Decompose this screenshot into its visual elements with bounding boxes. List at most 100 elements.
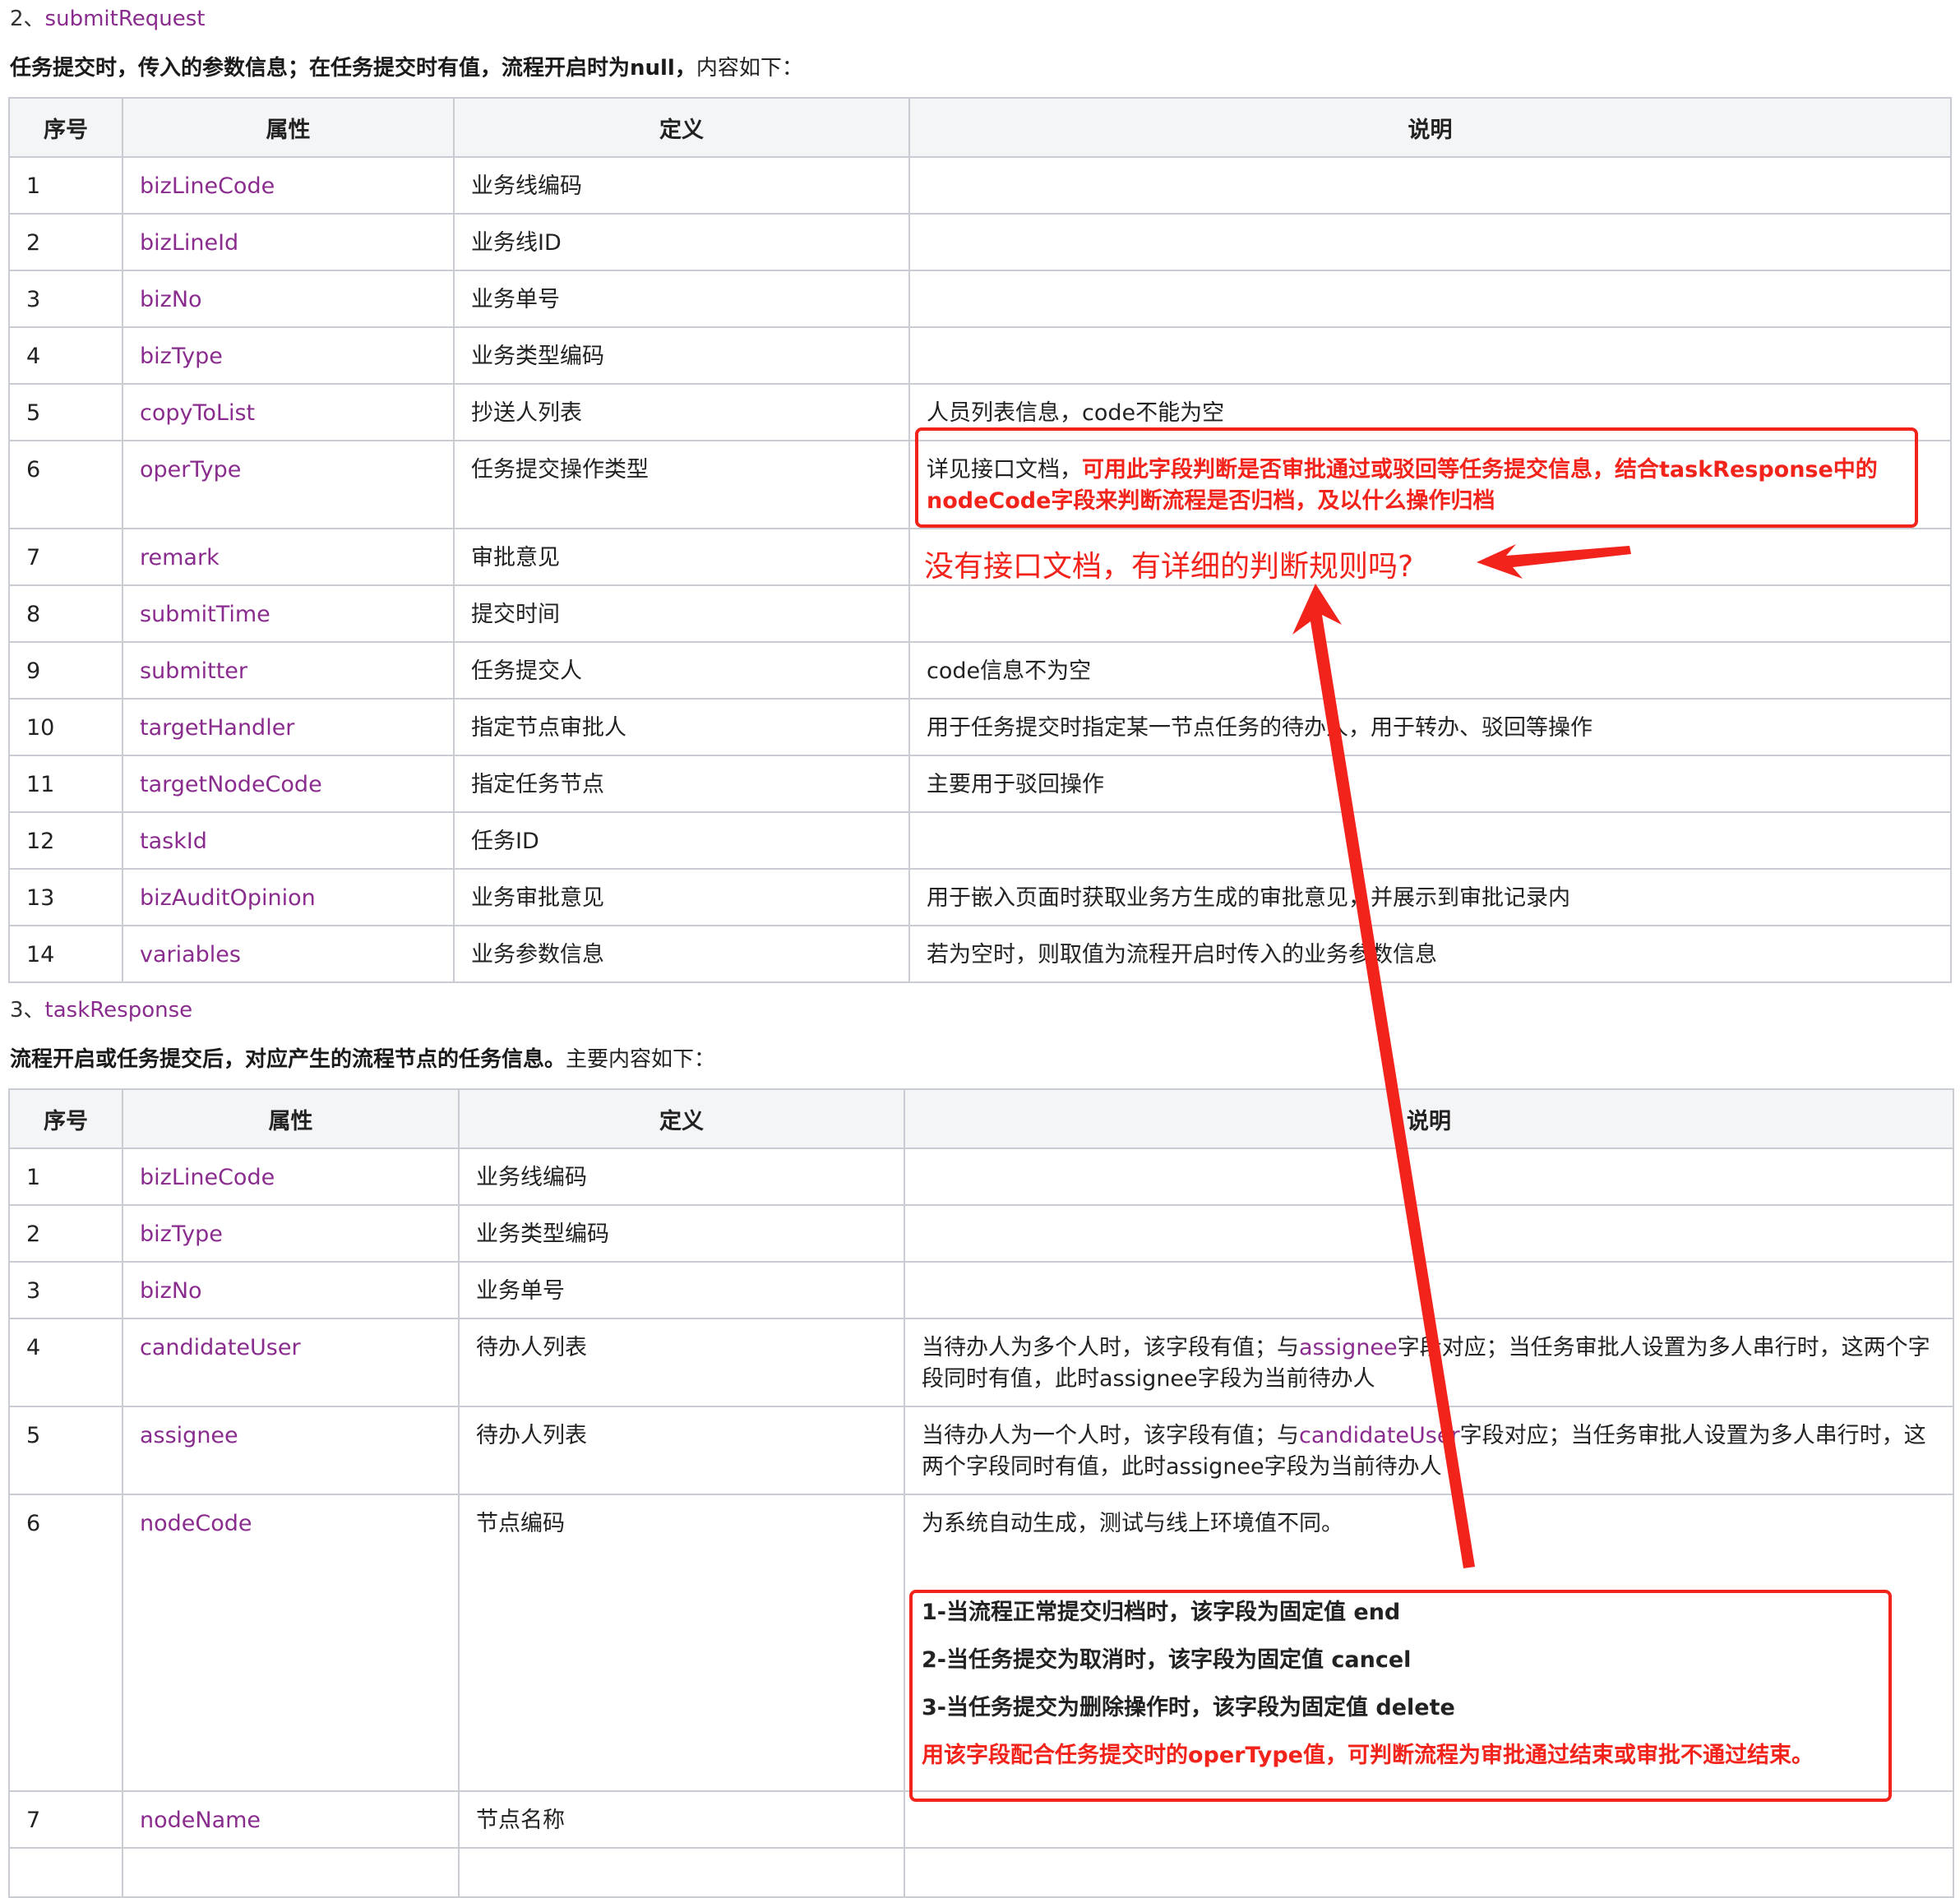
table-row: 12 taskId 任务ID — [8, 811, 1952, 870]
cell-no: 9 — [8, 641, 123, 700]
annotation-comment: 没有接口文档，有详细的判断规则吗? — [924, 550, 1414, 584]
cell-no: 12 — [8, 811, 123, 870]
cell-def: 待办人列表 — [458, 1406, 905, 1495]
section-link[interactable]: taskResponse — [45, 998, 193, 1023]
cell-prop[interactable]: variables — [122, 925, 455, 983]
table-row: 1 bizLineCode 业务线编码 — [8, 1148, 1954, 1206]
cell-def: 指定任务节点 — [453, 755, 910, 813]
cell-desc: 当待办人为一个人时，该字段有值；与candidateUser字段对应；当任务审批… — [904, 1406, 1954, 1495]
cell-desc: 用于任务提交时指定某一节点任务的待办人，用于转办、驳回等操作 — [908, 698, 1952, 756]
cell-desc — [908, 811, 1952, 870]
section-number: 3、 — [10, 998, 45, 1023]
cell-def: 提交时间 — [453, 584, 910, 643]
cell-prop[interactable]: bizLineCode — [122, 156, 455, 215]
table-row: 13 bizAuditOpinion 业务审批意见 用于嵌入页面时获取业务方生成的审批… — [8, 868, 1952, 926]
cell-no — [8, 1847, 123, 1898]
cell-prop[interactable]: copyToList — [122, 383, 455, 441]
cell-prop[interactable]: taskId — [122, 811, 455, 870]
cell-desc — [908, 270, 1952, 328]
cell-def: 业务线ID — [453, 213, 910, 271]
desc-link[interactable]: assignee — [1299, 1335, 1398, 1360]
header-definition: 定义 — [458, 1088, 905, 1149]
cell-no: 8 — [8, 584, 123, 643]
cell-prop[interactable]: targetHandler — [122, 698, 455, 756]
section-number: 2、 — [10, 7, 45, 31]
cell-prop[interactable]: bizNo — [122, 270, 455, 328]
cell-prop[interactable]: nodeName — [122, 1790, 460, 1849]
intro-bold-text: 流程开启或任务提交后，对应产生的流程节点的任务信息。 — [10, 1047, 566, 1072]
cell-no: 4 — [8, 1318, 123, 1407]
highlight-box-nodecode — [909, 1590, 1892, 1802]
cell-def: 节点名称 — [458, 1790, 905, 1849]
cell-no: 6 — [8, 440, 123, 529]
cell-prop[interactable]: bizType — [122, 326, 455, 385]
cell-prop[interactable]: bizType — [122, 1204, 460, 1263]
cell-prop[interactable]: remark — [122, 528, 455, 586]
cell-no: 11 — [8, 755, 123, 813]
table-row: 10 targetHandler 指定节点审批人 用于任务提交时指定某一节点任务的待办… — [8, 698, 1952, 756]
cell-desc — [908, 156, 1952, 215]
cell-desc — [908, 326, 1952, 385]
section-3-heading: 3、taskResponse — [10, 993, 192, 1023]
table-row: 4 bizType 业务类型编码 — [8, 326, 1952, 385]
cell-no: 1 — [8, 1148, 123, 1206]
cell-def: 业务类型编码 — [453, 326, 910, 385]
cell-no: 14 — [8, 925, 123, 983]
table-row: 5 assignee 待办人列表 当待办人为一个人时，该字段有值；与candidate… — [8, 1406, 1954, 1495]
header-definition: 定义 — [453, 97, 910, 158]
submit-request-table: 序号 属性 定义 说明 1 bizLineCode 业务线编码 2 bizLineId… — [8, 97, 1952, 983]
cell-prop[interactable]: operType — [122, 440, 455, 529]
cell-def: 业务单号 — [453, 270, 910, 328]
table-row: 8 submitTime 提交时间 — [8, 584, 1952, 643]
intro-text: 内容如下： — [696, 56, 803, 81]
table-row: 14 variables 业务参数信息 若为空时，则取值为流程开启时传入的业务参数信息 — [8, 925, 1952, 983]
cell-prop[interactable]: submitter — [122, 641, 455, 700]
desc-text: 为系统自动生成，测试与线上环境值不同。 — [922, 1511, 1343, 1536]
cell-prop[interactable]: assignee — [122, 1406, 460, 1495]
header-description: 说明 — [908, 97, 1952, 158]
cell-def — [458, 1847, 905, 1898]
highlight-box-opertype — [915, 427, 1918, 528]
cell-def: 指定节点审批人 — [453, 698, 910, 756]
cell-no: 7 — [8, 528, 123, 586]
header-description: 说明 — [904, 1088, 1954, 1149]
desc-text: 当待办人为多个人时，该字段有值；与 — [922, 1335, 1299, 1360]
cell-desc: 当待办人为多个人时，该字段有值；与assignee字段对应；当任务审批人设置为多… — [904, 1318, 1954, 1407]
cell-prop[interactable]: targetNodeCode — [122, 755, 455, 813]
cell-prop[interactable]: bizLineCode — [122, 1148, 460, 1206]
cell-prop[interactable]: bizLineId — [122, 213, 455, 271]
cell-desc — [904, 1204, 1954, 1263]
header-no: 序号 — [8, 97, 123, 158]
section-link[interactable]: submitRequest — [45, 7, 206, 31]
table-header-row: 序号 属性 定义 说明 — [8, 1088, 1954, 1149]
table-row: 2 bizLineId 业务线ID — [8, 213, 1952, 271]
cell-prop[interactable]: candidateUser — [122, 1318, 460, 1407]
cell-def: 抄送人列表 — [453, 383, 910, 441]
cell-desc: code信息不为空 — [908, 641, 1952, 700]
cell-def: 任务ID — [453, 811, 910, 870]
cell-prop[interactable]: bizNo — [122, 1261, 460, 1319]
cell-no: 2 — [8, 1204, 123, 1263]
table-row: 3 bizNo 业务单号 — [8, 270, 1952, 328]
cell-def: 业务参数信息 — [453, 925, 910, 983]
cell-def: 待办人列表 — [458, 1318, 905, 1407]
cell-no: 13 — [8, 868, 123, 926]
cell-def: 业务类型编码 — [458, 1204, 905, 1263]
table-row: 4 candidateUser 待办人列表 当待办人为多个人时，该字段有值；与assi… — [8, 1318, 1954, 1407]
cell-prop[interactable]: nodeCode — [122, 1494, 460, 1792]
header-property: 属性 — [122, 1088, 460, 1149]
cell-no: 3 — [8, 1261, 123, 1319]
cell-def: 业务线编码 — [453, 156, 910, 215]
cell-desc — [904, 1148, 1954, 1206]
cell-def: 任务提交操作类型 — [453, 440, 910, 529]
cell-def: 业务线编码 — [458, 1148, 905, 1206]
cell-prop[interactable]: bizAuditOpinion — [122, 868, 455, 926]
cell-no: 5 — [8, 1406, 123, 1495]
cell-desc: 若为空时，则取值为流程开启时传入的业务参数信息 — [908, 925, 1952, 983]
table-row: 11 targetNodeCode 指定任务节点 主要用于驳回操作 — [8, 755, 1952, 813]
cell-prop[interactable]: submitTime — [122, 584, 455, 643]
cell-def: 业务审批意见 — [453, 868, 910, 926]
desc-link[interactable]: candidateUser — [1299, 1423, 1460, 1448]
table-row: 1 bizLineCode 业务线编码 — [8, 156, 1952, 215]
cell-no: 4 — [8, 326, 123, 385]
